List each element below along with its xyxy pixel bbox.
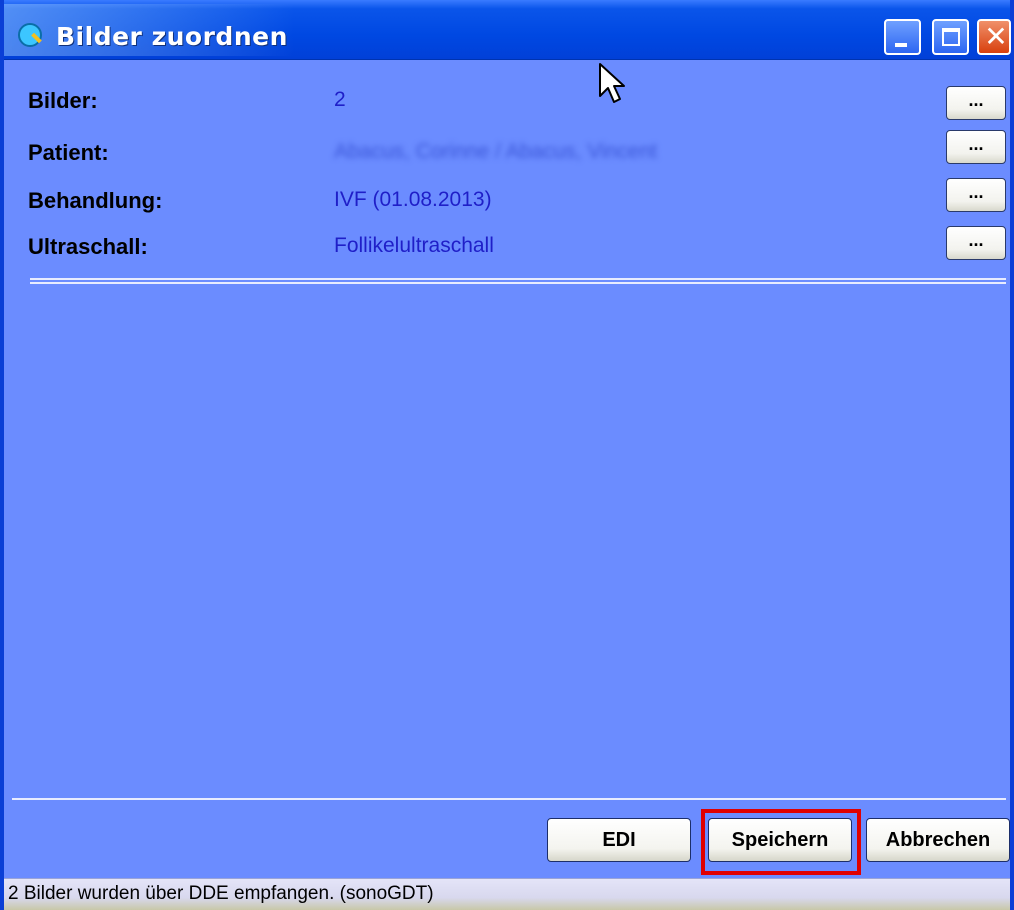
label-behandlung: Behandlung: (28, 188, 163, 213)
value-ultraschall: Follikelultraschall (334, 234, 494, 257)
minimize-icon (895, 43, 907, 47)
top-separator (30, 278, 1006, 284)
label-bilder: Bilder: (28, 88, 98, 113)
label-patient: Patient: (28, 140, 109, 165)
mouse-pointer-icon (599, 63, 625, 103)
label-ultraschall: Ultraschall: (28, 234, 148, 259)
title-bar[interactable]: Bilder zuordnen ✕ (4, 0, 1011, 60)
minimize-button[interactable] (884, 19, 921, 55)
bottom-separator (12, 798, 1006, 801)
cancel-button[interactable]: Abbrechen (866, 818, 1010, 862)
status-text: 2 Bilder wurden über DDE empfangen. (son… (8, 883, 434, 904)
patient-browse-button[interactable]: ... (946, 130, 1006, 164)
maximize-icon (942, 28, 960, 46)
app-icon[interactable] (18, 23, 42, 47)
close-icon: ✕ (984, 20, 1008, 53)
value-behandlung: IVF (01.08.2013) (334, 188, 492, 211)
close-button[interactable]: ✕ (977, 19, 1011, 55)
window-title: Bilder zuordnen (56, 22, 288, 51)
value-bilder: 2 (334, 88, 346, 111)
dialog-window: Bilder zuordnen ✕ Bilder: 2 ... Patient:… (0, 0, 1014, 910)
value-patient: Abacus, Corinne / Abacus, Vincent (334, 140, 657, 163)
behandlung-browse-button[interactable]: ... (946, 178, 1006, 212)
bilder-browse-button[interactable]: ... (946, 86, 1006, 120)
maximize-button[interactable] (932, 19, 969, 55)
edi-button[interactable]: EDI (547, 818, 691, 862)
ultraschall-browse-button[interactable]: ... (946, 226, 1006, 260)
save-button[interactable]: Speichern (708, 818, 852, 862)
status-bar: 2 Bilder wurden über DDE empfangen. (son… (4, 878, 1010, 910)
